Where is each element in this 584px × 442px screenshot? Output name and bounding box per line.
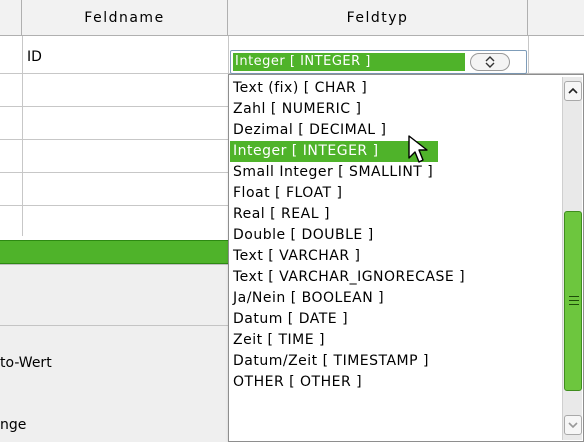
grid-row-line — [0, 172, 228, 173]
grid-row-line — [0, 139, 228, 140]
field-type-combobox[interactable]: Integer [ INTEGER ] — [230, 50, 527, 74]
grid-divider — [22, 36, 23, 236]
column-header-field-type[interactable]: Feldtyp — [228, 0, 528, 36]
dropdown-option[interactable]: Text [ VARCHAR ] — [230, 246, 560, 267]
dropdown-option[interactable]: Datum/Zeit [ TIMESTAMP ] — [230, 351, 560, 372]
grid-row-line — [0, 106, 228, 107]
mouse-pointer-icon — [408, 135, 428, 163]
grip-line — [569, 300, 579, 301]
dropdown-option[interactable]: Text (fix) [ CHAR ] — [230, 78, 560, 99]
row-selector-header[interactable] — [0, 0, 22, 36]
column-header-description[interactable] — [528, 0, 584, 36]
dropdown-option[interactable]: Zahl [ NUMERIC ] — [230, 99, 560, 120]
dropdown-option[interactable]: Float [ FLOAT ] — [230, 183, 560, 204]
spin-updown-icon[interactable] — [470, 53, 510, 71]
chevron-down-icon[interactable] — [564, 415, 582, 435]
field-name-cell[interactable]: ID — [27, 49, 42, 65]
grip-line — [569, 296, 579, 297]
dropdown-option[interactable]: Small Integer [ SMALLINT ] — [230, 162, 560, 183]
dropdown-scrollbar[interactable] — [562, 77, 582, 440]
dropdown-option[interactable]: Double [ DOUBLE ] — [230, 225, 560, 246]
dropdown-option[interactable]: Zeit [ TIME ] — [230, 330, 560, 351]
dropdown-option[interactable]: Datum [ DATE ] — [230, 309, 560, 330]
grid-row-line — [0, 205, 228, 206]
dropdown-option[interactable]: Text [ VARCHAR_IGNORECASE ] — [230, 267, 560, 288]
dropdown-option[interactable]: Dezimal [ DECIMAL ] — [230, 120, 560, 141]
scrollbar-thumb[interactable] — [564, 211, 582, 391]
dropdown-option[interactable]: Ja/Nein [ BOOLEAN ] — [230, 288, 560, 309]
length-label: nge — [0, 417, 27, 433]
field-type-combobox-value: Integer [ INTEGER ] — [233, 53, 465, 71]
dropdown-option[interactable]: OTHER [ OTHER ] — [230, 372, 560, 393]
chevron-up-icon[interactable] — [564, 81, 582, 101]
grip-line — [569, 304, 579, 305]
auto-value-label: to-Wert — [0, 355, 52, 371]
column-header-field-name[interactable]: Feldname — [22, 0, 228, 36]
field-type-dropdown-list[interactable]: Text (fix) [ CHAR ] Zahl [ NUMERIC ] Dez… — [228, 74, 584, 442]
dropdown-option[interactable]: Real [ REAL ] — [230, 204, 560, 225]
